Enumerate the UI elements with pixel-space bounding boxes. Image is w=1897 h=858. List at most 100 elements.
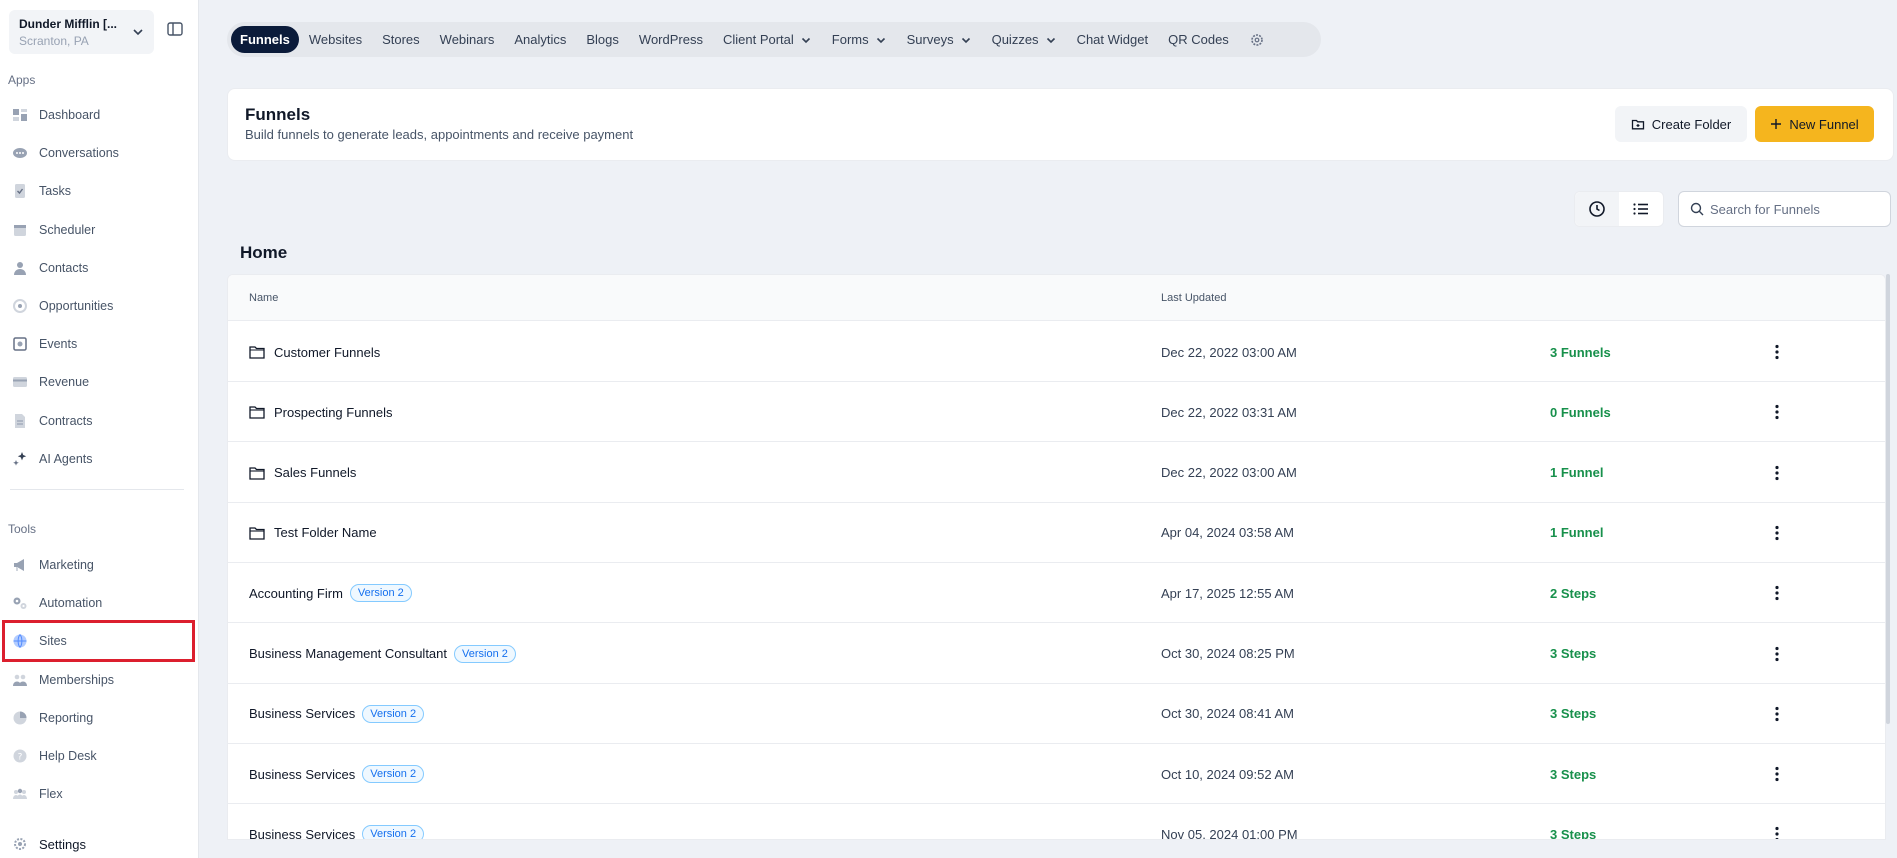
sidebar-item-marketing[interactable]: Marketing	[0, 550, 197, 580]
row-count: 3 Steps	[1550, 646, 1597, 661]
sidebar-item-opportunities[interactable]: Opportunities	[0, 291, 197, 321]
create-folder-button[interactable]: Create Folder	[1615, 106, 1747, 142]
folder-row[interactable]: Customer Funnels Dec 22, 2022 03:00 AM 3 F…	[228, 322, 1885, 382]
more-options-icon[interactable]	[1767, 624, 1787, 684]
more-options-icon[interactable]	[1767, 503, 1787, 563]
sidebar-item-label: Memberships	[39, 672, 115, 687]
row-name-cell[interactable]: Sales Funnels	[249, 443, 356, 503]
funnel-row[interactable]: Business Services Version 2 Oct 30, 2024 0…	[228, 684, 1885, 744]
sidebar-item-label: AI Agents	[39, 451, 93, 466]
row-name: Business Services	[249, 706, 356, 722]
row-last-updated: Oct 10, 2024 09:52 AM	[1161, 766, 1294, 782]
chat-icon	[11, 144, 29, 162]
folder-row[interactable]: Test Folder Name Apr 04, 2024 03:58 AM 1 F…	[228, 503, 1885, 563]
tab-client-portal[interactable]: Client Portal	[713, 26, 822, 53]
new-funnel-button[interactable]: New Funnel	[1755, 106, 1874, 142]
sidebar-item-label: Opportunities	[39, 299, 114, 313]
row-name-cell[interactable]: Business Services Version 2	[249, 684, 425, 744]
row-name: Accounting Firm	[249, 585, 343, 601]
column-header-name[interactable]: Name	[249, 292, 278, 304]
sidebar-item-label: Automation	[39, 596, 103, 611]
row-count: 3 Steps	[1550, 766, 1597, 782]
column-header-last-updated[interactable]: Last Updated	[1161, 292, 1226, 304]
search-field[interactable]	[1678, 191, 1891, 227]
more-options-icon[interactable]	[1767, 443, 1787, 503]
table-scrollbar[interactable]	[1886, 274, 1890, 724]
sidebar-item-help-desk[interactable]: ? Help Desk	[0, 741, 197, 771]
sidebar-item-revenue[interactable]: Revenue	[0, 367, 197, 397]
list-view-button[interactable]	[1619, 192, 1663, 226]
tab-label: Chat Widget	[1076, 32, 1149, 47]
new-funnel-label: New Funnel	[1789, 116, 1859, 132]
tab-funnels[interactable]: Funnels	[231, 26, 299, 53]
sidebar-item-ai-agents[interactable]: AI Agents	[0, 444, 197, 474]
more-options-icon[interactable]	[1767, 684, 1787, 744]
sidebar-collapse-icon[interactable]	[166, 20, 184, 43]
row-name-cell[interactable]: Test Folder Name	[249, 503, 377, 563]
sidebar-item-label: Tasks	[39, 184, 71, 199]
sidebar-item-reporting[interactable]: Reporting	[0, 703, 197, 733]
row-name-cell[interactable]: Business Management Consultant Version 2	[249, 624, 516, 684]
tab-label: WordPress	[638, 32, 703, 47]
row-name-cell[interactable]: Business Services Version 2	[249, 804, 425, 839]
sidebar: Dunder Mifflin [... Scranton, PA Apps Da…	[0, 0, 199, 858]
more-options-icon[interactable]	[1767, 322, 1787, 382]
tab-webinars[interactable]: Webinars	[430, 26, 505, 53]
row-name-cell[interactable]: Customer Funnels	[249, 322, 380, 382]
card-icon	[11, 373, 29, 391]
funnel-row[interactable]: Accounting Firm Version 2 Apr 17, 2025 12:…	[228, 563, 1885, 624]
sidebar-item-settings[interactable]: Settings	[0, 829, 197, 858]
folder-icon	[249, 345, 265, 359]
tab-qr-codes[interactable]: QR Codes	[1158, 26, 1239, 53]
sidebar-item-memberships[interactable]: Memberships	[0, 665, 197, 695]
folder-row[interactable]: Prospecting Funnels Dec 22, 2022 03:31 AM…	[228, 382, 1885, 443]
more-options-icon[interactable]	[1767, 744, 1787, 804]
row-name: Prospecting Funnels	[274, 404, 393, 420]
sidebar-item-automation[interactable]: Automation	[0, 588, 197, 618]
sidebar-item-flex[interactable]: Flex	[0, 779, 197, 809]
more-options-icon[interactable]	[1767, 382, 1787, 442]
page-title: Funnels	[245, 105, 311, 124]
row-last-updated: Dec 22, 2022 03:31 AM	[1161, 404, 1297, 420]
sidebar-item-scheduler[interactable]: Scheduler	[0, 215, 197, 245]
more-options-icon[interactable]	[1767, 804, 1787, 839]
tab-stores[interactable]: Stores	[372, 26, 430, 53]
funnel-row[interactable]: Business Management Consultant Version 2 O…	[228, 624, 1885, 684]
sidebar-item-conversations[interactable]: Conversations	[0, 138, 197, 168]
row-name-cell[interactable]: Prospecting Funnels	[249, 382, 393, 442]
tab-label: Stores	[382, 32, 420, 47]
sidebar-item-contacts[interactable]: Contacts	[0, 253, 197, 283]
tab-analytics[interactable]: Analytics	[504, 26, 576, 53]
target-icon	[11, 297, 29, 315]
search-input[interactable]	[1710, 201, 1880, 217]
plus-icon	[1771, 119, 1782, 129]
tab-surveys[interactable]: Surveys	[897, 26, 982, 53]
recent-view-button[interactable]	[1575, 192, 1619, 226]
folder-row[interactable]: Sales Funnels Dec 22, 2022 03:00 AM 1 Funn…	[228, 443, 1885, 503]
account-switcher[interactable]: Dunder Mifflin [... Scranton, PA	[9, 10, 154, 54]
row-last-updated: Dec 22, 2022 03:00 AM	[1161, 465, 1297, 481]
tab-quizzes[interactable]: Quizzes	[982, 26, 1067, 53]
tab-chat-widget[interactable]: Chat Widget	[1067, 26, 1159, 53]
sidebar-item-events[interactable]: Events	[0, 329, 197, 359]
tab-forms[interactable]: Forms	[822, 26, 897, 53]
funnel-row[interactable]: Business Services Version 2 Oct 10, 2024 0…	[228, 744, 1885, 805]
sidebar-divider	[10, 489, 184, 490]
funnel-row[interactable]: Business Services Version 2 Nov 05, 2024 0…	[228, 804, 1885, 839]
sidebar-item-dashboard[interactable]: Dashboard	[0, 100, 197, 130]
tab-wordpress[interactable]: WordPress	[629, 26, 713, 53]
tab-settings-gear-icon[interactable]	[1239, 26, 1275, 53]
tab-websites[interactable]: Websites	[299, 26, 372, 53]
row-name-cell[interactable]: Business Services Version 2	[249, 744, 425, 804]
row-name: Business Management Consultant	[249, 646, 448, 661]
row-name: Business Services	[249, 766, 356, 782]
section-title: Home	[240, 243, 288, 262]
tab-blogs[interactable]: Blogs	[576, 26, 629, 53]
chevron-down-icon	[131, 25, 145, 44]
more-options-icon[interactable]	[1767, 563, 1787, 623]
sidebar-item-tasks[interactable]: Tasks	[0, 176, 197, 206]
person-icon	[11, 259, 29, 277]
dashboard-icon	[11, 106, 29, 124]
sidebar-item-contracts[interactable]: Contracts	[0, 406, 197, 436]
row-name-cell[interactable]: Accounting Firm Version 2	[249, 563, 412, 623]
